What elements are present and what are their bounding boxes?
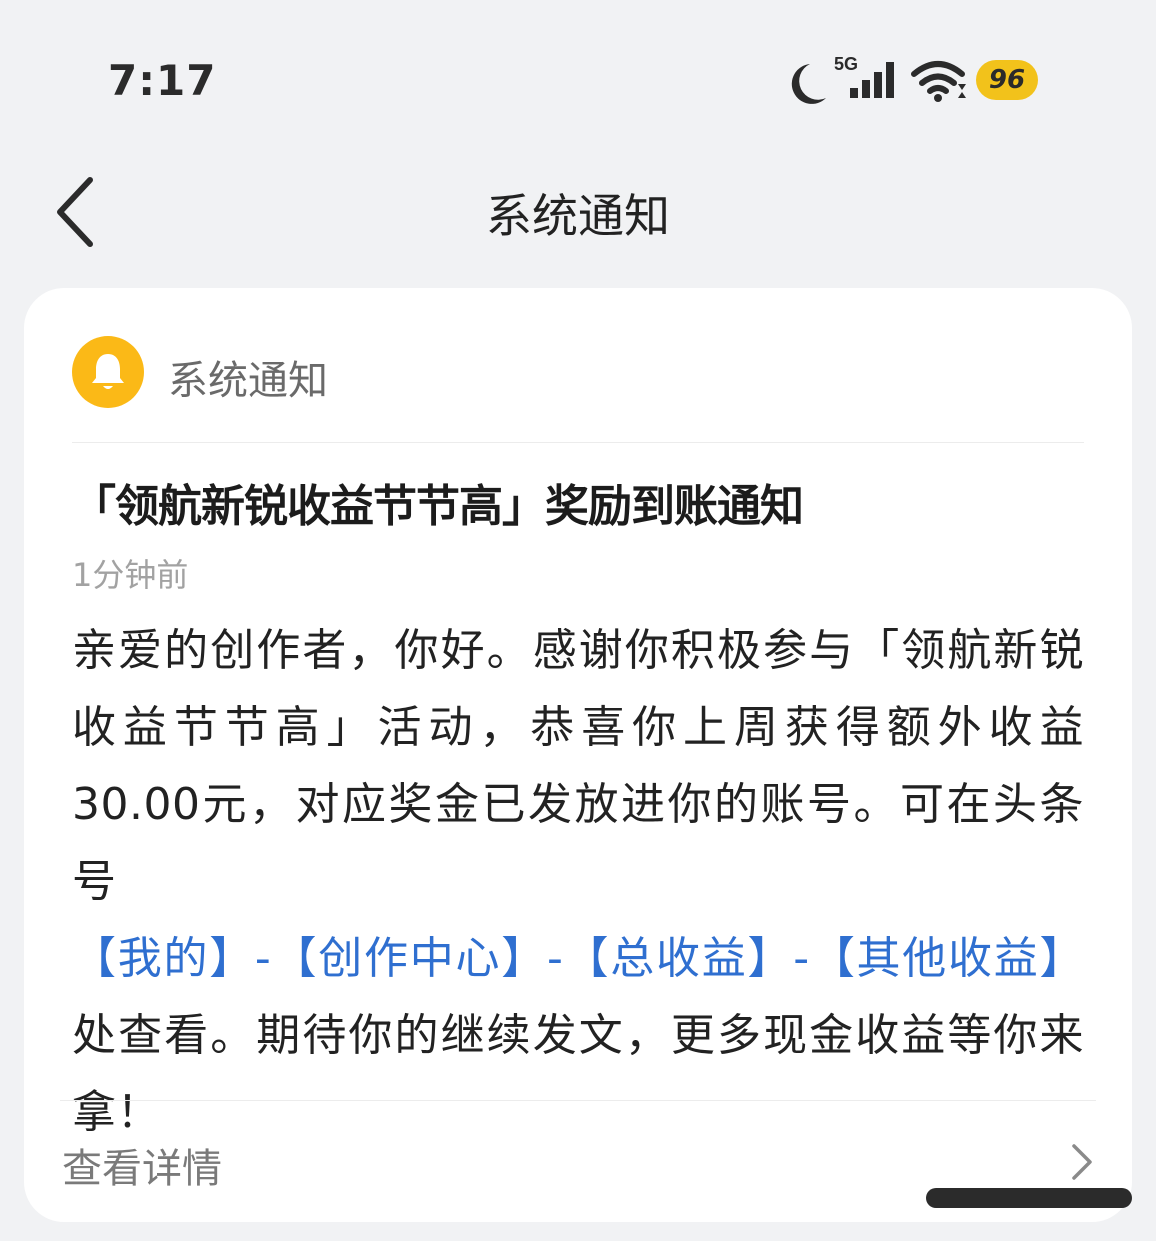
message-title: 「领航新锐收益节节高」奖励到账通知: [72, 481, 804, 532]
card-header-label: 系统通知: [168, 358, 328, 404]
status-bar: 7:17 5G 96: [0, 0, 1156, 150]
moon-icon: [791, 64, 826, 104]
card-header: 系统通知: [72, 336, 1082, 408]
message-body-text: 亲爱的创作者，你好。感谢你积极参与「领航新锐收益节节高」活动，恭喜你上周获得额外…: [72, 625, 1084, 907]
cellular-signal-icon: 5G: [834, 54, 894, 98]
page-title: 系统通知: [486, 189, 670, 243]
bell-avatar: [72, 336, 144, 408]
status-time: 7:17: [108, 56, 217, 105]
path-link[interactable]: 【我的】-【创作中心】-【总收益】-【其他收益】: [72, 933, 1084, 984]
divider: [72, 442, 1084, 443]
view-details-label: 查看详情: [62, 1146, 222, 1192]
home-indicator[interactable]: [926, 1188, 1132, 1208]
status-icons: 5G 96: [786, 54, 1046, 108]
network-type-label: 5G: [834, 54, 858, 74]
battery-badge: 96: [976, 60, 1038, 100]
wifi-icon: [911, 61, 966, 102]
chevron-right-icon: [1072, 1144, 1092, 1180]
bell-icon: [92, 354, 124, 389]
nav-bar: 系统通知: [0, 150, 1156, 272]
message-body: 亲爱的创作者，你好。感谢你积极参与「领航新锐收益节节高」活动，恭喜你上周获得额外…: [72, 612, 1084, 1151]
message-timestamp: 1分钟前: [72, 556, 189, 594]
notification-card: 系统通知 「领航新锐收益节节高」奖励到账通知 1分钟前 亲爱的创作者，你好。感谢…: [24, 288, 1132, 1222]
divider: [60, 1100, 1096, 1101]
